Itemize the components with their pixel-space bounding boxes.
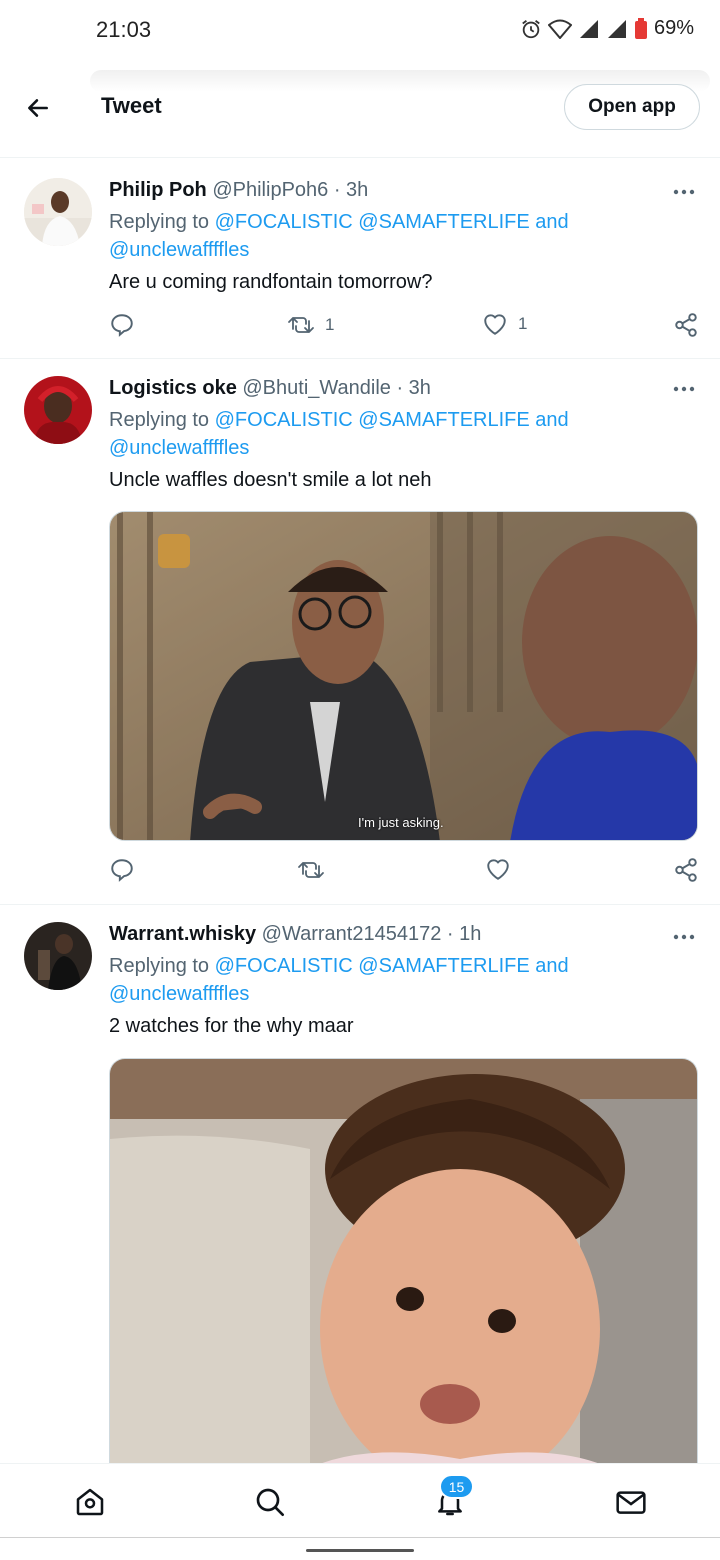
arrow-left-icon: [28, 99, 48, 117]
open-app-button[interactable]: Open app: [564, 84, 700, 130]
retweet-button[interactable]: [297, 857, 335, 883]
reply-icon: [111, 314, 133, 337]
tweet-actions: 1 1: [109, 312, 698, 342]
tweet-header: Logistics oke @Bhuti_Wandile · 3h: [109, 374, 698, 402]
heart-icon: [484, 314, 506, 335]
nav-search[interactable]: [252, 1484, 288, 1520]
notification-badge: 15: [439, 1474, 474, 1499]
avatar-image: [24, 922, 92, 990]
mention-link[interactable]: @FOCALISTIC: [215, 409, 353, 431]
top-bar: Tweet Open app: [0, 70, 720, 158]
author-name[interactable]: Philip Poh: [109, 179, 207, 201]
signal-icon-2: [607, 19, 626, 38]
search-icon: [256, 1488, 284, 1516]
tweet-actions: [109, 857, 698, 887]
author-handle[interactable]: @Warrant21454172: [262, 923, 442, 945]
retweet-icon: [298, 862, 324, 878]
mention-link[interactable]: @FOCALISTIC: [215, 211, 353, 233]
like-count: 1: [518, 314, 528, 333]
media-image: [110, 512, 697, 840]
bottom-nav: 15: [0, 1463, 720, 1537]
tweet-time: · 3h: [396, 377, 431, 399]
retweet-icon: [288, 317, 314, 333]
tweet[interactable]: Warrant.whisky @Warrant21454172 · 1h Rep…: [0, 905, 720, 1478]
tweet-time: · 1h: [446, 923, 482, 945]
battery-level: 69%: [653, 17, 694, 39]
nav-home[interactable]: [72, 1484, 108, 1520]
mention-link[interactable]: @unclewaffffles: [109, 239, 249, 261]
share-icon: [675, 313, 697, 337]
avatar[interactable]: [24, 922, 92, 990]
status-icons: 69%: [520, 17, 694, 40]
avatar[interactable]: [24, 178, 92, 246]
share-icon: [675, 858, 697, 882]
battery-icon: [634, 17, 647, 39]
replying-to: Replying to @FOCALISTIC @SAMAFTERLIFE an…: [109, 952, 698, 1008]
signal-icon: [579, 19, 598, 38]
reply-button[interactable]: [109, 312, 135, 338]
alarm-icon: [522, 19, 540, 38]
replying-to: Replying to @FOCALISTIC @SAMAFTERLIFE an…: [109, 406, 698, 462]
nav-messages[interactable]: [613, 1484, 649, 1520]
tweet-body: Logistics oke @Bhuti_Wandile · 3h Replyi…: [109, 374, 698, 494]
page-title: Tweet: [101, 93, 162, 118]
mention-link[interactable]: @FOCALISTIC: [215, 955, 353, 977]
tweet-media[interactable]: I'm just asking.: [109, 511, 698, 841]
gesture-area: [0, 1537, 720, 1560]
tweet-text: Uncle waffles doesn't smile a lot neh: [109, 469, 432, 491]
tweet-header: Philip Poh @PhilipPoh6 · 3h: [109, 176, 698, 204]
tweet-header: Warrant.whisky @Warrant21454172 · 1h: [109, 920, 698, 948]
avatar-image: [24, 376, 92, 444]
replying-to: Replying to @FOCALISTIC @SAMAFTERLIFE an…: [109, 208, 698, 264]
avatar[interactable]: [24, 376, 92, 444]
tweet-body: Philip Poh @PhilipPoh6 · 3h Replying to …: [109, 176, 698, 296]
like-button[interactable]: 1: [482, 312, 527, 336]
author-name[interactable]: Logistics oke: [109, 377, 237, 399]
back-button[interactable]: [22, 92, 54, 124]
share-button[interactable]: [673, 312, 699, 338]
and-label: and: [529, 409, 569, 431]
tweet-text: Are u coming randfontain tomorrow?: [109, 271, 433, 293]
replying-label: Replying to: [109, 955, 215, 977]
mention-link[interactable]: @unclewaffffles: [109, 437, 249, 459]
tweet[interactable]: Logistics oke @Bhuti_Wandile · 3h Replyi…: [0, 359, 720, 905]
mail-icon: [616, 1491, 646, 1514]
media-caption: I'm just asking.: [358, 815, 444, 830]
tweet-time: · 3h: [333, 179, 369, 201]
tweet[interactable]: Philip Poh @PhilipPoh6 · 3h Replying to …: [0, 160, 720, 359]
share-button[interactable]: [673, 857, 699, 883]
tweet-body: Warrant.whisky @Warrant21454172 · 1h Rep…: [109, 920, 698, 1040]
wifi-icon: [547, 19, 572, 39]
retweet-count: 1: [325, 315, 335, 334]
replying-label: Replying to: [109, 211, 215, 233]
tweet-media[interactable]: [109, 1058, 698, 1478]
home-icon: [76, 1488, 104, 1516]
and-label: and: [529, 211, 569, 233]
reply-button[interactable]: [109, 857, 135, 883]
reply-icon: [111, 859, 133, 882]
and-label: and: [529, 955, 569, 977]
tweet-text: 2 watches for the why maar: [109, 1015, 354, 1037]
home-indicator[interactable]: [306, 1549, 414, 1552]
author-handle[interactable]: @PhilipPoh6: [212, 179, 328, 201]
mention-link[interactable]: @SAMAFTERLIFE: [358, 211, 529, 233]
status-time: 21:03: [96, 17, 152, 42]
retweet-button[interactable]: 1: [287, 312, 334, 338]
avatar-image: [24, 178, 92, 246]
replying-label: Replying to: [109, 409, 215, 431]
mention-link[interactable]: @SAMAFTERLIFE: [358, 409, 529, 431]
like-button[interactable]: [485, 857, 521, 881]
heart-icon: [487, 859, 509, 880]
author-handle[interactable]: @Bhuti_Wandile: [242, 377, 391, 399]
mention-link[interactable]: @SAMAFTERLIFE: [358, 955, 529, 977]
author-name[interactable]: Warrant.whisky: [109, 923, 256, 945]
media-image: [110, 1059, 697, 1478]
status-bar: 21:03 69%: [0, 0, 720, 60]
mention-link[interactable]: @unclewaffffles: [109, 983, 249, 1005]
